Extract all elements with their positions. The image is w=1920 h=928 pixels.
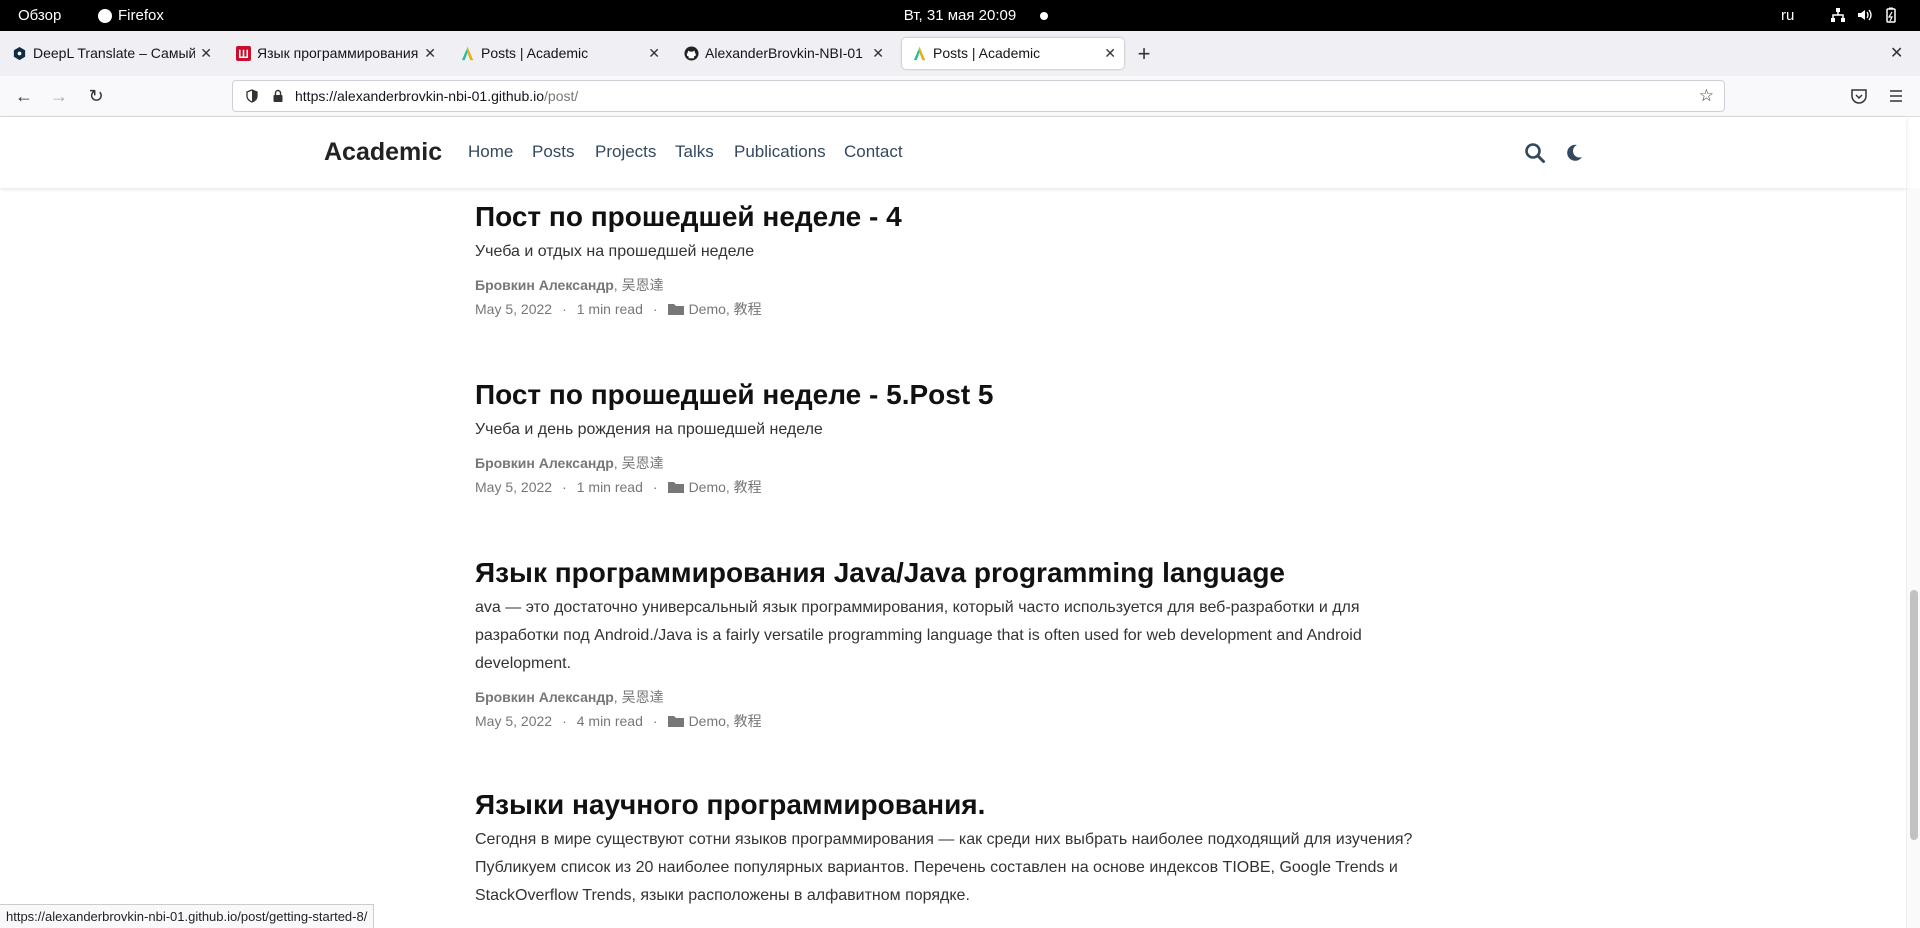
- post-authors: Бровкин Александр, 吴恩達: [475, 689, 664, 705]
- site-brand[interactable]: Academic: [324, 138, 442, 167]
- post-item: Пост по прошедшей неделе - 5.Post 5 Учеб…: [475, 378, 1415, 496]
- notification-dot: [1040, 12, 1048, 20]
- post-summary: Учеба и отдых на прошедшей неделе: [475, 243, 755, 260]
- reload-icon[interactable]: ↻: [82, 82, 110, 110]
- post-title-link[interactable]: Языки научного программирования.: [475, 788, 1415, 822]
- close-icon[interactable]: ✕: [200, 38, 212, 69]
- author-link[interactable]: 吴恩達: [622, 277, 664, 293]
- clock[interactable]: Вт, 31 мая 20:09: [0, 0, 1920, 31]
- post-meta: May 5, 2022 · 4 min read · Demo, 教程: [475, 713, 762, 729]
- post-categories[interactable]: Demo, 教程: [689, 713, 762, 729]
- nav-contact[interactable]: Contact: [844, 142, 903, 162]
- back-arrow-icon[interactable]: ←: [10, 82, 38, 110]
- new-tab-plus-icon[interactable]: +: [1132, 38, 1156, 69]
- tab-strip: DeepL Translate – Самый ✕ Язык программи…: [0, 31, 1920, 76]
- nav-home[interactable]: Home: [468, 142, 513, 162]
- posts-list: Пост по прошедшей неделе - 4 Учеба и отд…: [0, 188, 1906, 928]
- shield-icon[interactable]: [245, 89, 259, 103]
- url-host: https://alexanderbrovkin-nbi-01.github.i…: [295, 88, 545, 104]
- navigation-toolbar: ← → ↻ https://alexanderbrovkin-nbi-01.gi…: [0, 76, 1920, 117]
- read-time: 4 min read: [576, 713, 643, 729]
- read-time: 1 min read: [576, 301, 643, 317]
- link-status-overlay: https://alexanderbrovkin-nbi-01.github.i…: [0, 904, 375, 928]
- post-meta: May 5, 2022 · 1 min read · Demo, 教程: [475, 479, 762, 495]
- academic-icon: [913, 46, 926, 61]
- tab-title: DeepL Translate – Самый: [33, 45, 195, 61]
- folder-icon: [667, 304, 684, 315]
- close-icon[interactable]: ✕: [1104, 38, 1116, 69]
- post-date: May 5, 2022: [475, 479, 553, 495]
- battery-icon[interactable]: [1883, 7, 1899, 23]
- system-top-bar: Обзор Firefox Вт, 31 мая 20:09 ru: [0, 0, 1920, 31]
- post-item: Пост по прошедшей неделе - 4 Учеба и отд…: [475, 200, 1415, 318]
- tab-java-article[interactable]: Язык программирования ✕: [226, 38, 444, 69]
- github-icon: [684, 46, 699, 61]
- post-summary: Учеба и день рождения на прошедшей недел…: [475, 421, 823, 438]
- author-link[interactable]: 吴恩達: [622, 689, 664, 705]
- academic-icon: [461, 46, 474, 61]
- nav-posts[interactable]: Posts: [532, 142, 575, 162]
- post-date: May 5, 2022: [475, 301, 553, 317]
- folder-icon: [667, 482, 684, 493]
- address-bar[interactable]: https://alexanderbrovkin-nbi-01.github.i…: [232, 80, 1725, 112]
- post-categories[interactable]: Demo, 教程: [689, 301, 762, 317]
- post-item: Языки научного программирования. Сегодня…: [475, 788, 1415, 910]
- network-icon[interactable]: [1830, 7, 1846, 23]
- forward-arrow-icon[interactable]: →: [45, 82, 73, 110]
- tab-posts-academic[interactable]: Posts | Academic ✕: [450, 38, 668, 69]
- author-link[interactable]: 吴恩達: [622, 455, 664, 471]
- author-link[interactable]: Бровкин Александр: [475, 455, 614, 471]
- tab-title: AlexanderBrovkin-NBI-01: [705, 45, 863, 61]
- window-close-icon[interactable]: ✕: [1890, 38, 1903, 69]
- post-summary: ava — это достаточно универсальный язык …: [475, 599, 1362, 672]
- nav-projects[interactable]: Projects: [595, 142, 656, 162]
- post-summary: Сегодня в мире существуют сотни языков п…: [475, 831, 1413, 904]
- author-link[interactable]: Бровкин Александр: [475, 277, 614, 293]
- shkola-icon: [236, 46, 251, 61]
- nav-talks[interactable]: Talks: [675, 142, 714, 162]
- tab-posts-academic-active[interactable]: Posts | Academic ✕: [902, 38, 1124, 69]
- folder-icon: [667, 716, 684, 727]
- hamburger-menu-icon[interactable]: [1887, 87, 1905, 105]
- close-icon[interactable]: ✕: [424, 38, 436, 69]
- lock-icon[interactable]: [271, 89, 285, 103]
- nav-publications[interactable]: Publications: [734, 142, 826, 162]
- page-scrollbar[interactable]: [1906, 188, 1920, 928]
- close-icon[interactable]: ✕: [872, 38, 884, 69]
- tab-deepl[interactable]: DeepL Translate – Самый ✕: [2, 38, 220, 69]
- keyboard-layout[interactable]: ru: [1781, 0, 1794, 31]
- deepl-icon: [13, 46, 26, 61]
- search-icon[interactable]: [1524, 142, 1546, 164]
- post-authors: Бровкин Александр, 吴恩達: [475, 455, 664, 471]
- bookmark-star-icon[interactable]: ☆: [1699, 81, 1714, 111]
- tab-github[interactable]: AlexanderBrovkin-NBI-01 ✕: [674, 38, 892, 69]
- url-text[interactable]: https://alexanderbrovkin-nbi-01.github.i…: [295, 81, 578, 111]
- tab-title: Posts | Academic: [933, 45, 1041, 61]
- volume-icon[interactable]: [1857, 7, 1873, 23]
- post-title-link[interactable]: Пост по прошедшей неделе - 4: [475, 200, 1415, 234]
- tab-title: Posts | Academic: [481, 45, 589, 61]
- post-categories[interactable]: Demo, 教程: [689, 479, 762, 495]
- close-icon[interactable]: ✕: [648, 38, 660, 69]
- post-meta: May 5, 2022 · 1 min read · Demo, 教程: [475, 301, 762, 317]
- post-authors: Бровкин Александр, 吴恩達: [475, 277, 664, 293]
- post-date: May 5, 2022: [475, 713, 553, 729]
- read-time: 1 min read: [576, 479, 643, 495]
- site-header: Academic Home Posts Projects Talks Publi…: [0, 117, 1906, 188]
- pocket-icon[interactable]: [1850, 87, 1868, 105]
- post-item: Язык программирования Java/Java programm…: [475, 556, 1415, 730]
- scrollbar-thumb[interactable]: [1910, 590, 1918, 840]
- tab-title: Язык программирования: [257, 45, 419, 61]
- post-title-link[interactable]: Язык программирования Java/Java programm…: [475, 556, 1415, 590]
- author-link[interactable]: Бровкин Александр: [475, 689, 614, 705]
- post-title-link[interactable]: Пост по прошедшей неделе - 5.Post 5: [475, 378, 1415, 412]
- url-path: /post/: [544, 88, 579, 104]
- dark-mode-moon-icon[interactable]: [1563, 142, 1585, 164]
